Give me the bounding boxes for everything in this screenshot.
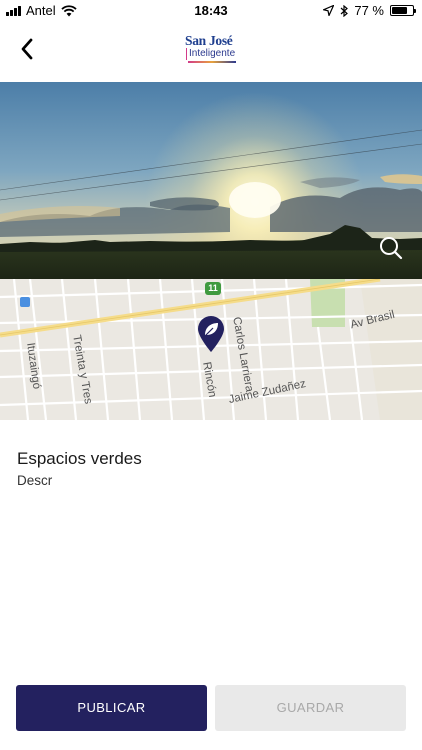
route-shield: 11 [205,282,221,295]
nav-bar: San José Inteligente [0,20,422,82]
sunset-photo [0,82,422,279]
save-button[interactable]: GUARDAR [215,685,406,731]
battery-fill [392,7,408,14]
status-right: 77 % [323,3,416,18]
place-title: Espacios verdes [17,449,142,468]
logo-line1: San José [185,33,233,48]
leaf-pin-icon [198,316,224,352]
app-logo: San José Inteligente [185,34,241,68]
zoom-button[interactable] [378,235,404,261]
place-description: Descr [17,473,53,488]
location-pin[interactable] [196,315,226,353]
status-bar: Antel 18:43 77 % [0,0,422,20]
location-arrow-icon [323,5,335,16]
publish-button[interactable]: PUBLICAR [16,685,207,731]
logo-line2: Inteligente [186,48,241,60]
place-photo[interactable] [0,82,422,279]
bluetooth-icon [340,4,349,17]
logo-underline [188,61,236,63]
back-button[interactable] [14,34,40,64]
search-icon [380,237,403,260]
battery-percent: 77 % [354,3,384,18]
chevron-left-icon [21,38,33,60]
battery-icon [390,5,416,16]
bus-stop-icon [20,297,30,307]
